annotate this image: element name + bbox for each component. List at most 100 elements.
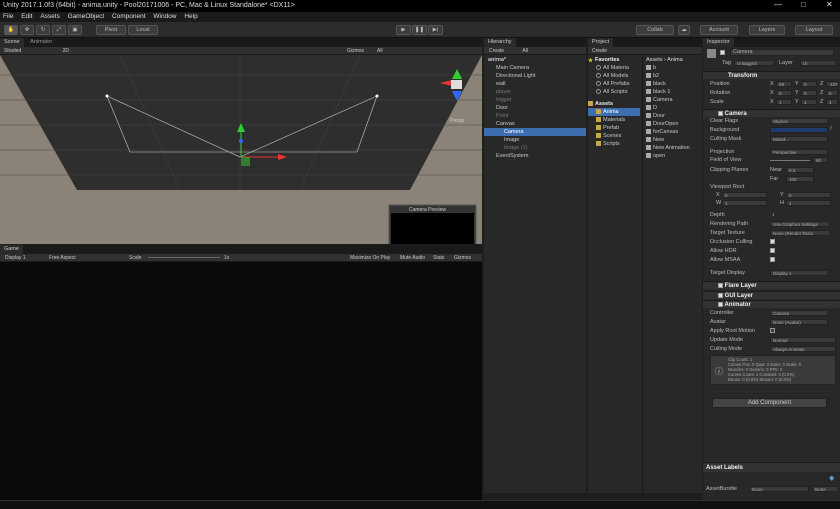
viewport-x[interactable]: 0 — [722, 192, 767, 198]
pause-button[interactable]: ❚❚ — [412, 25, 427, 35]
step-button[interactable]: ▶| — [428, 25, 443, 35]
camera-component-header[interactable]: Camera — [703, 109, 840, 117]
menu-edit[interactable]: Edit — [21, 13, 32, 20]
hierarchy-item[interactable]: Directional Light — [484, 72, 586, 80]
scale-y[interactable]: 1 — [801, 99, 817, 105]
move-tool-icon[interactable]: ✥ — [20, 25, 34, 35]
rotate-tool-icon[interactable]: ↻ — [36, 25, 50, 35]
active-checkbox[interactable] — [720, 50, 725, 55]
flare-enabled-checkbox[interactable] — [718, 282, 723, 288]
local-toggle[interactable]: Local — [128, 25, 158, 35]
menu-help[interactable]: Help — [184, 13, 197, 20]
fov-value[interactable]: 60 — [813, 157, 828, 163]
project-breadcrumb[interactable]: Assets › Anima — [643, 56, 702, 64]
asset-file-item[interactable]: New Animation — [643, 144, 702, 152]
hierarchy-item[interactable]: Image (1) — [484, 144, 586, 152]
gizmos-dropdown[interactable]: Gizmos — [347, 47, 364, 55]
favorite-item[interactable]: All Models — [588, 72, 640, 80]
menu-gameobject[interactable]: GameObject — [68, 13, 105, 20]
display-dropdown[interactable]: Display 1 — [5, 254, 26, 262]
transform-header[interactable]: Transform — [703, 71, 840, 79]
asset-file-item[interactable]: DoorOpen — [643, 120, 702, 128]
depth-field[interactable]: 1 — [770, 212, 828, 218]
scene-search[interactable]: All — [377, 47, 383, 55]
viewport-w[interactable]: 1 — [722, 200, 767, 206]
menu-component[interactable]: Component — [112, 13, 146, 20]
menu-file[interactable]: File — [3, 13, 13, 20]
hierarchy-item[interactable]: Image — [484, 136, 586, 144]
favorite-item[interactable]: All Materia — [588, 64, 640, 72]
asset-file-item[interactable]: New — [643, 136, 702, 144]
position-x[interactable]: 59 — [776, 81, 792, 87]
hdr-checkbox[interactable] — [770, 248, 775, 253]
asset-file-item[interactable]: b2 — [643, 72, 702, 80]
asset-file-item[interactable]: D — [643, 104, 702, 112]
animator-enabled-checkbox[interactable] — [718, 301, 723, 307]
menu-assets[interactable]: Assets — [40, 13, 60, 20]
rotation-y[interactable]: 0 — [801, 90, 817, 96]
folder-item[interactable]: Anima — [588, 108, 640, 116]
asset-file-item[interactable]: forCanvas — [643, 128, 702, 136]
asset-file-item[interactable]: black — [643, 80, 702, 88]
label-tag-icon[interactable]: ◆ — [829, 474, 834, 482]
aspect-dropdown[interactable]: Free Aspect — [49, 254, 76, 262]
project-create-button[interactable]: Create — [592, 48, 607, 54]
hierarchy-item[interactable]: anima* — [484, 56, 586, 64]
folder-item[interactable]: Scenes — [588, 132, 640, 140]
asset-file-item[interactable]: open — [643, 152, 702, 160]
gui-enabled-checkbox[interactable] — [718, 292, 723, 298]
play-button[interactable]: ▶ — [396, 25, 411, 35]
scale-tool-icon[interactable]: ⤢ — [52, 25, 66, 35]
hierarchy-search[interactable]: All — [522, 48, 528, 54]
tab-scene[interactable]: Scene — [0, 38, 24, 47]
layout-dropdown[interactable]: Layout — [795, 25, 833, 35]
camera-enabled-checkbox[interactable] — [718, 110, 723, 116]
hierarchy-item[interactable]: trigger — [484, 96, 586, 104]
controller-field[interactable]: Camera — [770, 310, 828, 316]
stats-toggle[interactable]: Stats — [433, 254, 444, 262]
cloud-icon[interactable]: ☁ — [678, 25, 690, 35]
hierarchy-item[interactable]: Main Camera — [484, 64, 586, 72]
menu-window[interactable]: Window — [153, 13, 176, 20]
game-gizmos-dropdown[interactable]: Gizmos — [454, 254, 471, 262]
scale-z[interactable]: 1 — [826, 99, 838, 105]
scene-viewport[interactable]: Persp Camera Preview — [0, 55, 482, 244]
flare-layer-header[interactable]: Flare Layer — [703, 281, 840, 289]
assets-folder-label[interactable]: Assets — [595, 101, 613, 107]
layer-dropdown[interactable]: UI — [800, 60, 836, 66]
asset-file-item[interactable]: Camera — [643, 96, 702, 104]
minimize-icon[interactable]: — — [774, 0, 782, 9]
hierarchy-item[interactable]: Camera — [484, 128, 586, 136]
tab-game[interactable]: Game — [0, 245, 23, 254]
clear-flags-dropdown[interactable]: Skybox — [770, 118, 828, 124]
favorite-item[interactable]: All Prefabs — [588, 80, 640, 88]
rect-tool-icon[interactable]: ▣ — [68, 25, 82, 35]
2d-toggle[interactable]: 2D — [63, 48, 69, 54]
hierarchy-item[interactable]: wall — [484, 80, 586, 88]
rotation-x[interactable]: 0 — [776, 90, 792, 96]
scale-slider[interactable] — [148, 257, 220, 258]
hierarchy-create-button[interactable]: Create — [489, 48, 504, 54]
asset-file-item[interactable]: b — [643, 64, 702, 72]
asset-labels-header[interactable]: Asset Labels — [703, 462, 840, 472]
target-texture-field[interactable]: None (Render Textu — [770, 230, 830, 236]
collab-dropdown[interactable]: Collab — [636, 25, 674, 35]
root-motion-checkbox[interactable] — [770, 328, 775, 333]
object-name-field[interactable]: Camera — [730, 49, 834, 56]
hierarchy-item[interactable]: EventSystem — [484, 152, 586, 160]
tab-inspector[interactable]: Inspector — [703, 38, 734, 47]
hierarchy-item[interactable]: Point — [484, 112, 586, 120]
culling-mode-dropdown[interactable]: Always Animate — [770, 346, 836, 352]
animator-header[interactable]: Animator — [703, 300, 840, 308]
position-z[interactable]: -157 — [826, 81, 838, 87]
culling-mask-dropdown[interactable]: Mixed... — [770, 136, 828, 142]
rendering-path-dropdown[interactable]: Use Graphics Settings — [770, 221, 830, 227]
scale-x[interactable]: 1 — [776, 99, 792, 105]
asset-file-item[interactable]: black 1 — [643, 88, 702, 96]
hand-tool-icon[interactable]: ✋ — [4, 25, 18, 35]
hierarchy-item[interactable]: Canvas — [484, 120, 586, 128]
layers-dropdown[interactable]: Layers — [749, 25, 785, 35]
shaded-dropdown[interactable]: Shaded — [4, 48, 21, 54]
asset-bundle-variant-dropdown[interactable]: None — [812, 486, 838, 492]
asset-file-item[interactable]: Door — [643, 112, 702, 120]
